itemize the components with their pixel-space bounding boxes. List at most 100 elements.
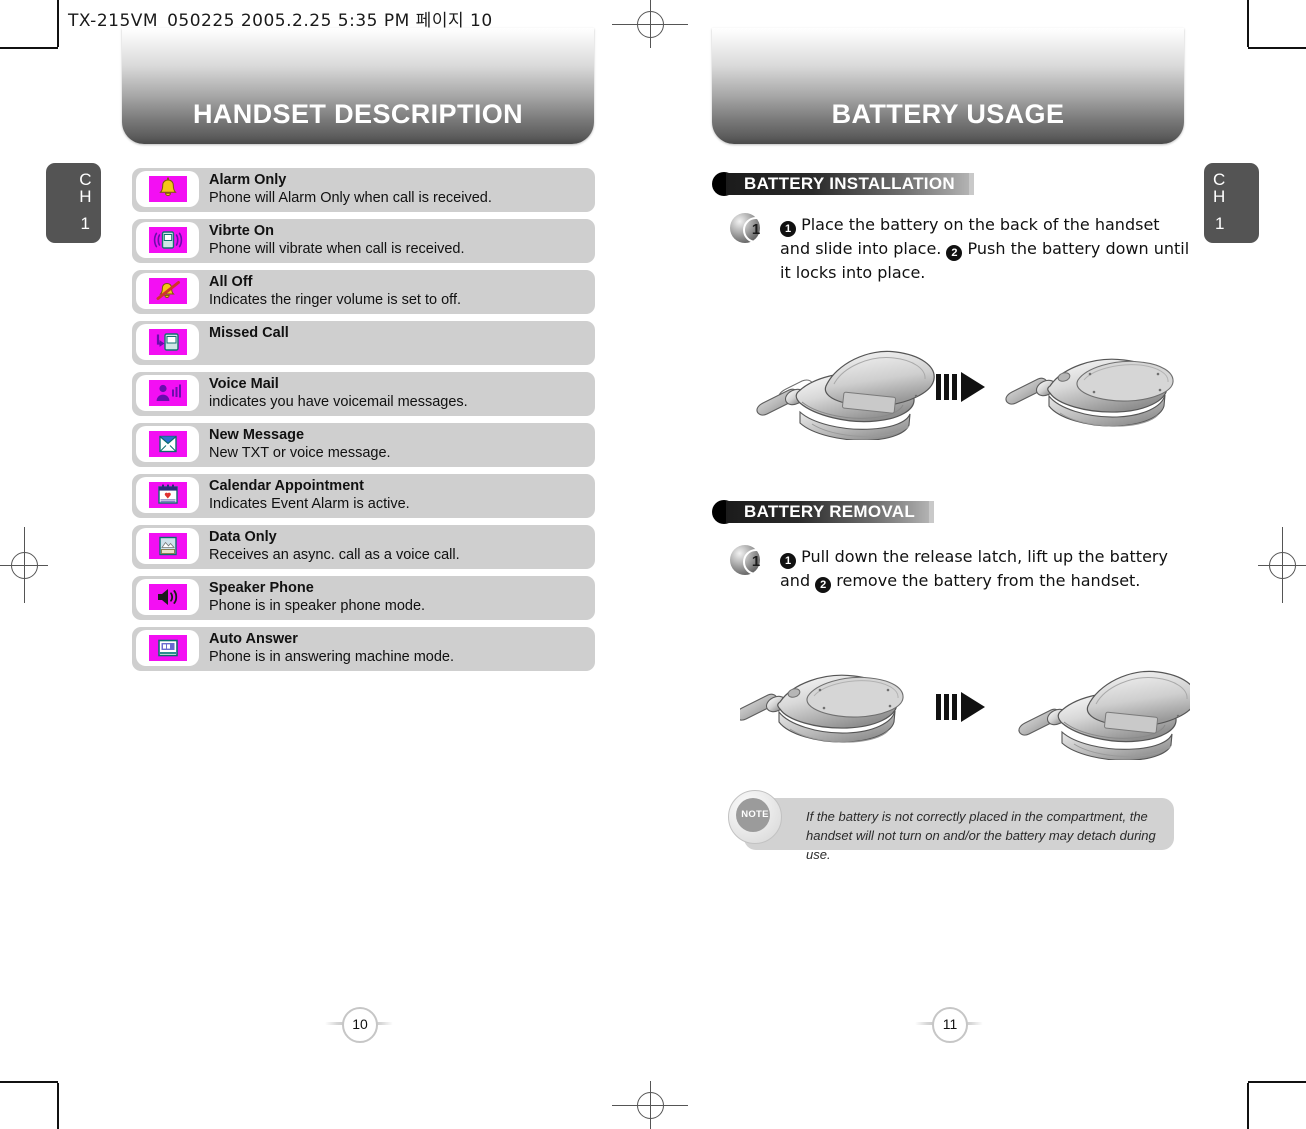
icon-chip: [136, 375, 199, 411]
crop-mark-top-right-v: [1247, 0, 1249, 47]
page-number-right: 11: [914, 1006, 984, 1043]
list-item-title: New Message: [209, 427, 305, 443]
list-item: Voice Mail indicates you have voicemail …: [132, 372, 595, 416]
vibrate-icon: [149, 227, 187, 253]
bell-icon: [149, 176, 187, 202]
list-item-text: Vibrte On Phone will vibrate when call i…: [209, 223, 589, 258]
registration-mark-bottom: [612, 1081, 688, 1129]
speaker-icon: [149, 584, 187, 610]
crop-mark-top-left-v: [57, 0, 59, 47]
inline-marker-1-icon: 1: [780, 553, 796, 569]
section-header-label: BATTERY REMOVAL: [726, 501, 932, 523]
inline-marker-1-icon: 1: [780, 221, 796, 237]
bell-muted-icon: [149, 278, 187, 304]
list-item-description: Phone will vibrate when call is received…: [209, 241, 465, 257]
step-number-value: 1: [743, 217, 769, 243]
list-item-text: New Message New TXT or voice message.: [209, 427, 589, 462]
list-item: Speaker Phone Phone is in speaker phone …: [132, 576, 595, 620]
list-item-text: Missed Call: [209, 325, 589, 342]
step-instruction-text: 1 Pull down the release latch, lift up t…: [780, 545, 1190, 593]
icon-chip: [136, 222, 199, 258]
section-header-label: BATTERY INSTALLATION: [726, 173, 971, 195]
calendar-icon: [149, 482, 187, 508]
list-item: Missed Call: [132, 321, 595, 365]
icon-chip: [136, 579, 199, 615]
chapter-tab-left-number: 1: [80, 214, 90, 233]
auto-answer-icon: [149, 635, 187, 661]
list-item: Vibrte On Phone will vibrate when call i…: [132, 219, 595, 263]
page-number-value: 11: [932, 1007, 968, 1043]
page-number-value: 10: [342, 1007, 378, 1043]
right-page-banner: BATTERY USAGE: [712, 28, 1184, 144]
handset-icon-list: Alarm Only Phone will Alarm Only when ca…: [132, 168, 595, 678]
inline-marker-2-icon: 2: [815, 577, 832, 593]
section-header-tick: [969, 173, 974, 195]
registration-mark-right: [1258, 527, 1306, 603]
chapter-tab-right-number: 1: [1215, 214, 1225, 233]
list-item-description: New TXT or voice message.: [209, 445, 391, 461]
folder-data-icon: [149, 533, 187, 559]
list-item-description: indicates you have voicemail messages.: [209, 394, 468, 410]
illustration-battery-removal: [735, 660, 1197, 761]
chapter-tab-right-ch: CH: [1213, 170, 1226, 206]
list-item: Alarm Only Phone will Alarm Only when ca…: [132, 168, 595, 212]
registration-mark-top: [612, 0, 688, 48]
crop-mark-top-left-h: [0, 47, 58, 49]
list-item-description: Indicates the ringer volume is set to of…: [209, 292, 462, 308]
step-text-part-2: remove the battery from the handset.: [831, 571, 1141, 590]
registration-mark-left: [0, 527, 48, 603]
list-item: All Off Indicates the ringer volume is s…: [132, 270, 595, 314]
illustration-battery-installation: [740, 340, 1190, 441]
icon-chip: [136, 273, 199, 309]
section-header-tick: [929, 501, 934, 523]
list-item-title: Calendar Appointment: [209, 478, 364, 494]
voicemail-icon: [149, 380, 187, 406]
note-badge-label: NOTE: [741, 809, 769, 820]
icon-chip: [136, 426, 199, 462]
chapter-tab-right: CH 1: [1204, 163, 1259, 243]
list-item-text: All Off Indicates the ringer volume is s…: [209, 274, 589, 309]
icon-chip: [136, 528, 199, 564]
list-item-title: Auto Answer: [209, 631, 298, 647]
list-item-title: Alarm Only: [209, 172, 287, 188]
list-item: Auto Answer Phone is in answering machin…: [132, 627, 595, 671]
step-instruction-text: 1 Place the battery on the back of the h…: [780, 213, 1190, 285]
list-item: New Message New TXT or voice message.: [132, 423, 595, 467]
note-badge-icon: NOTE: [728, 790, 782, 844]
step-number-value: 1: [743, 549, 769, 575]
right-page-title: BATTERY USAGE: [831, 99, 1065, 129]
chapter-tab-left-ch: CH: [79, 170, 92, 206]
left-page-title: HANDSET DESCRIPTION: [192, 99, 524, 129]
list-item-title: Data Only: [209, 529, 277, 545]
missed-call-icon: [149, 329, 187, 355]
list-item-title: Vibrte On: [209, 223, 274, 239]
envelope-icon: [149, 431, 187, 457]
list-item-description: Indicates Event Alarm is active.: [209, 496, 410, 512]
list-item-text: Alarm Only Phone will Alarm Only when ca…: [209, 172, 589, 207]
crop-mark-bottom-left-v: [57, 1083, 59, 1129]
chapter-tab-left: CH 1: [46, 163, 101, 243]
icon-chip: [136, 630, 199, 666]
step-number-badge: 1: [730, 545, 769, 575]
list-item-title: Voice Mail: [209, 376, 279, 392]
list-item-text: Data Only Receives an async. call as a v…: [209, 529, 589, 564]
icon-chip: [136, 477, 199, 513]
list-item-title: Speaker Phone: [209, 580, 314, 596]
crop-mark-bottom-left-h: [0, 1081, 58, 1083]
icon-chip: [136, 171, 199, 207]
crop-mark-bottom-right-v: [1247, 1083, 1249, 1129]
note-text: If the battery is not correctly placed i…: [806, 809, 1156, 862]
crop-mark-top-right-h: [1248, 47, 1306, 49]
list-item-description: Phone will Alarm Only when call is recei…: [209, 190, 492, 206]
inline-marker-2-icon: 2: [946, 245, 963, 261]
crop-mark-bottom-right-h: [1248, 1081, 1306, 1083]
step-number-badge: 1: [730, 213, 769, 243]
list-item-description: Receives an async. call as a voice call.: [209, 547, 460, 563]
list-item-text: Speaker Phone Phone is in speaker phone …: [209, 580, 589, 615]
list-item-text: Auto Answer Phone is in answering machin…: [209, 631, 589, 666]
note-box: NOTE If the battery is not correctly pla…: [728, 790, 1174, 862]
list-item-text: Voice Mail indicates you have voicemail …: [209, 376, 589, 411]
list-item-title: All Off: [209, 274, 253, 290]
list-item-description: Phone is in speaker phone mode.: [209, 598, 426, 614]
left-page-banner: HANDSET DESCRIPTION: [122, 28, 594, 144]
